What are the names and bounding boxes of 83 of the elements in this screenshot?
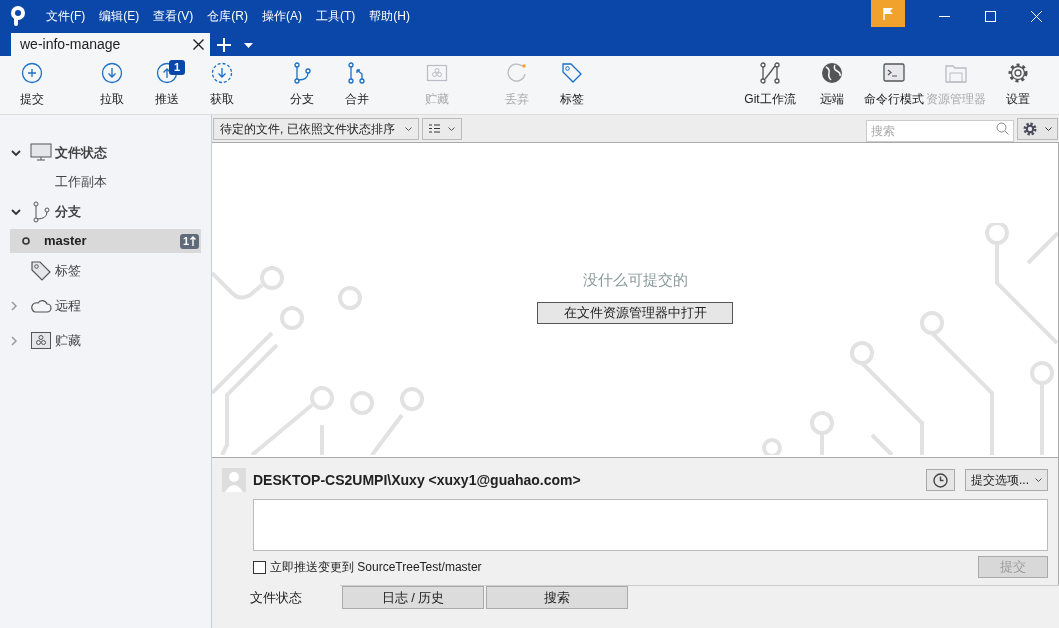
app-logo-icon <box>10 5 26 27</box>
tag-icon <box>30 259 52 282</box>
tab-close-button[interactable] <box>191 37 205 52</box>
menu-item[interactable]: 操作(A) <box>262 7 302 25</box>
toolbar-button[interactable]: 提交 <box>4 56 59 114</box>
toolbar-button[interactable]: 分支 <box>274 56 329 114</box>
toolbar-button[interactable]: 推送 1 <box>139 56 194 114</box>
menu-item[interactable]: 帮助(H) <box>369 7 410 25</box>
toolbar-button[interactable]: 设置 <box>987 56 1049 114</box>
toolbar-button[interactable]: Git工作流 <box>739 56 801 114</box>
sidebar-section[interactable]: 文件状态 <box>55 142 107 163</box>
merge-icon <box>345 62 368 84</box>
monitor-icon <box>30 141 52 164</box>
gear-icon <box>1023 121 1037 136</box>
tag-icon <box>560 62 583 84</box>
author-label: DESKTOP-CS2UMPI\Xuxy <xuxy1@guahao.com> <box>253 470 581 490</box>
sidebar-item[interactable]: master 1 <box>10 229 201 253</box>
undo-circle-icon <box>505 62 528 84</box>
folder-icon <box>945 62 967 84</box>
chevron-down-icon[interactable] <box>11 149 21 156</box>
dashed-down-arrow-circle-icon <box>210 62 233 84</box>
empty-state-message: 没什么可提交的 <box>582 270 688 290</box>
ahead-count-badge: 1 <box>179 233 199 249</box>
sidebar-item[interactable]: 工作副本 <box>10 170 201 194</box>
menu-item[interactable]: 工具(T) <box>316 7 356 25</box>
stash-icon <box>30 329 52 352</box>
plus-icon <box>217 38 231 52</box>
menu-item[interactable]: 文件(F) <box>46 7 86 25</box>
maximize-icon <box>984 10 996 22</box>
caret-icon <box>1035 478 1042 482</box>
caret-icon <box>404 126 412 131</box>
sidebar-section[interactable]: 标签 <box>55 260 81 281</box>
commit-message-field[interactable] <box>253 499 1048 551</box>
close-icon <box>192 39 204 50</box>
caret-icon <box>243 42 253 48</box>
push-checkbox-label: 立即推送变更到 SourceTreeTest/master <box>270 559 482 576</box>
list-icon <box>428 124 440 133</box>
bottom-tab[interactable]: 日志 / 历史 <box>342 586 484 609</box>
history-button[interactable] <box>926 469 955 491</box>
clock-icon <box>933 472 948 488</box>
flag-icon <box>882 6 894 21</box>
count-badge: 1 <box>169 60 185 75</box>
open-in-explorer-button[interactable]: 在文件资源管理器中打开 <box>537 301 733 324</box>
stash-icon <box>425 62 448 84</box>
search-icon <box>996 121 1009 135</box>
settings-icon <box>1007 62 1029 84</box>
git-flow-icon <box>759 62 781 84</box>
close-icon <box>1030 10 1042 22</box>
toolbar-button[interactable]: 获取 <box>194 56 249 114</box>
menu-item[interactable]: 仓库(R) <box>207 7 248 25</box>
push-checkbox[interactable] <box>253 560 266 574</box>
menu-item[interactable]: 查看(V) <box>153 7 194 25</box>
sort-dropdown[interactable]: 待定的文件, 已依照文件状态排序 <box>213 117 419 140</box>
search-field[interactable]: 搜索 <box>866 119 1014 142</box>
chevron-down-icon[interactable] <box>11 208 21 215</box>
plus-circle-icon <box>20 62 43 84</box>
caret-icon <box>1045 126 1052 131</box>
chevron-right-icon[interactable] <box>11 335 17 346</box>
sidebar-section[interactable]: 远程 <box>55 295 81 316</box>
repo-tab[interactable]: we-info-manage <box>11 33 210 56</box>
minimize-icon <box>938 15 950 17</box>
sidebar-section[interactable]: 分支 <box>55 201 81 222</box>
menu-item[interactable]: 编辑(E) <box>99 7 140 25</box>
terminal-icon <box>883 62 905 84</box>
toolbar-button[interactable]: 拉取 <box>84 56 139 114</box>
commit-options-dropdown[interactable]: 提交选项... <box>965 469 1048 491</box>
up-arrow-circle-icon <box>155 62 178 84</box>
caret-icon <box>447 126 455 131</box>
branch-icon <box>30 200 52 223</box>
toolbar-button[interactable]: 命令行模式 <box>863 56 925 114</box>
toolbar-button[interactable]: 合并 <box>329 56 384 114</box>
bottom-tab[interactable]: 搜索 <box>486 586 628 609</box>
view-mode-dropdown[interactable] <box>421 117 462 140</box>
down-arrow-circle-icon <box>100 62 123 84</box>
sidebar-section[interactable]: 贮藏 <box>55 330 81 351</box>
ring-icon <box>22 237 30 245</box>
toolbar-button[interactable]: 标签 <box>544 56 599 114</box>
settings-dropdown[interactable] <box>1017 117 1058 140</box>
globe-icon <box>821 62 843 84</box>
avatar-icon <box>222 468 246 492</box>
repo-tab-label: we-info-manage <box>20 35 122 54</box>
toolbar-button[interactable]: 远端 <box>801 56 863 114</box>
chevron-right-icon[interactable] <box>11 300 17 311</box>
